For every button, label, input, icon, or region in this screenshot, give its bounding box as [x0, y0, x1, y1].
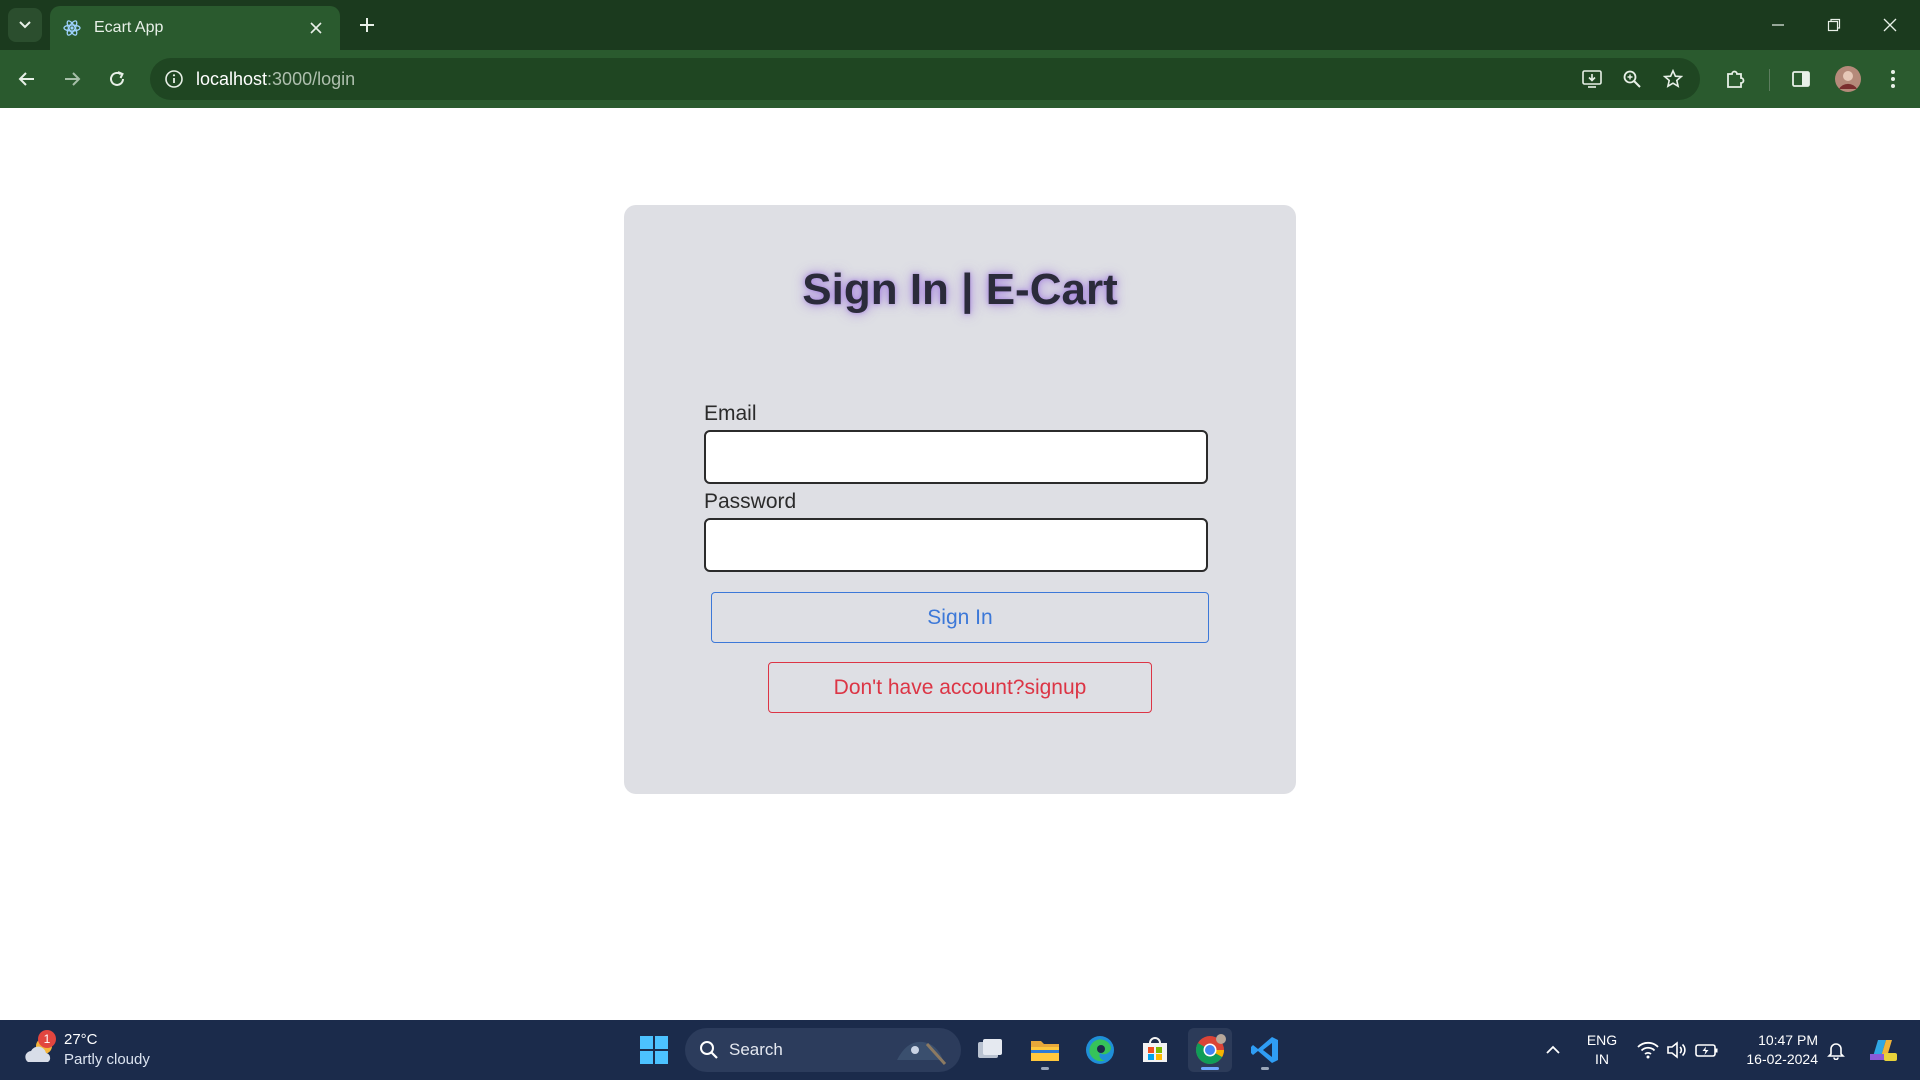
avatar[interactable] — [1831, 62, 1865, 96]
battery-icon[interactable] — [1693, 1034, 1721, 1066]
taskbar-search[interactable]: Search — [685, 1028, 961, 1072]
kebab-menu-icon[interactable] — [1876, 62, 1910, 96]
edge-icon — [1086, 1036, 1114, 1064]
active-indicator — [1201, 1067, 1219, 1070]
toolbar-divider — [1769, 69, 1770, 91]
clock[interactable]: 10:47 PM 16-02-2024 — [1730, 1031, 1818, 1069]
browser-tab[interactable]: Ecart App — [50, 6, 340, 50]
weather-condition: Partly cloudy — [64, 1051, 150, 1068]
signup-link-button[interactable]: Don't have account?signup — [768, 662, 1152, 713]
login-card: Sign In | E-Cart Email Password Sign In … — [624, 205, 1296, 794]
start-button[interactable] — [632, 1028, 676, 1072]
arrow-right-icon — [65, 72, 81, 86]
clock-date: 16-02-2024 — [1746, 1051, 1818, 1067]
tab-title: Ecart App — [94, 19, 164, 36]
copilot-icon[interactable] — [1864, 1034, 1900, 1066]
reload-button[interactable] — [100, 62, 134, 96]
zoom-icon[interactable] — [1615, 62, 1649, 96]
weather-widget[interactable]: 1 27°C Partly cloudy — [22, 1028, 150, 1072]
sign-in-button[interactable]: Sign In — [711, 592, 1209, 643]
edge-button[interactable] — [1078, 1028, 1122, 1072]
minimize-icon — [1772, 24, 1784, 26]
task-view-icon — [978, 1039, 1002, 1058]
chevron-down-icon — [19, 21, 31, 29]
side-panel-icon[interactable] — [1784, 62, 1818, 96]
minimize-button[interactable] — [1750, 0, 1806, 50]
info-icon[interactable] — [154, 58, 194, 100]
running-indicator — [1041, 1067, 1049, 1070]
restore-button[interactable] — [1806, 0, 1862, 50]
forward-button[interactable] — [55, 62, 89, 96]
react-icon — [62, 18, 82, 38]
task-view-button[interactable] — [968, 1028, 1012, 1072]
tab-search-button[interactable] — [8, 8, 42, 42]
bell-icon[interactable] — [1822, 1034, 1850, 1066]
email-field[interactable] — [704, 430, 1208, 484]
browser-tab-bar: Ecart App — [0, 0, 1920, 50]
close-window-button[interactable] — [1862, 0, 1918, 50]
email-label: Email — [704, 402, 757, 425]
lang-code: ENG — [1586, 1032, 1618, 1048]
folder-icon — [1031, 1041, 1059, 1061]
weather-text: 27°C Partly cloudy — [64, 1030, 150, 1070]
chevron-up-icon[interactable] — [1539, 1034, 1567, 1066]
partly-cloudy-icon: 1 — [22, 1030, 58, 1068]
new-tab-button[interactable] — [352, 10, 382, 40]
url-text: localhost:3000/login — [196, 69, 355, 90]
windows-logo-icon — [640, 1036, 668, 1064]
language-indicator[interactable]: ENG IN — [1582, 1031, 1622, 1069]
back-button[interactable] — [10, 62, 44, 96]
chrome-button[interactable] — [1188, 1028, 1232, 1072]
running-indicator — [1261, 1067, 1269, 1070]
weather-temp: 27°C — [64, 1031, 98, 1048]
taskbar: 1 27°C Partly cloudy Search ENG IN 10:47… — [0, 1020, 1920, 1080]
chrome-icon — [1196, 1034, 1226, 1064]
address-bar[interactable]: localhost:3000/login — [150, 58, 1700, 100]
url-path: :3000/login — [267, 68, 356, 89]
file-explorer-button[interactable] — [1023, 1028, 1067, 1072]
close-icon[interactable] — [304, 16, 328, 40]
password-field[interactable] — [704, 518, 1208, 572]
search-label: Search — [729, 1040, 783, 1059]
search-highlight-icon — [897, 1041, 947, 1066]
wifi-icon[interactable] — [1634, 1034, 1662, 1066]
restore-icon — [1827, 18, 1841, 32]
store-button[interactable] — [1133, 1028, 1177, 1072]
reload-icon — [110, 71, 124, 86]
close-icon — [1883, 18, 1897, 32]
volume-icon[interactable] — [1663, 1034, 1691, 1066]
page-title: Sign In | E-Cart — [802, 265, 1118, 314]
weather-badge: 1 — [38, 1030, 56, 1048]
store-icon — [1143, 1037, 1167, 1062]
search-icon — [700, 1041, 718, 1059]
vscode-button[interactable] — [1243, 1028, 1287, 1072]
arrow-left-icon — [18, 72, 34, 86]
lang-region: IN — [1595, 1051, 1609, 1067]
password-label: Password — [704, 490, 797, 513]
browser-toolbar: localhost:3000/login — [0, 50, 1920, 108]
star-icon[interactable] — [1656, 62, 1690, 96]
url-host: localhost — [196, 68, 268, 89]
install-app-icon[interactable] — [1575, 62, 1609, 96]
puzzle-icon[interactable] — [1718, 62, 1752, 96]
vscode-icon — [1251, 1037, 1278, 1063]
clock-time: 10:47 PM — [1758, 1032, 1818, 1048]
plus-icon — [360, 18, 374, 32]
